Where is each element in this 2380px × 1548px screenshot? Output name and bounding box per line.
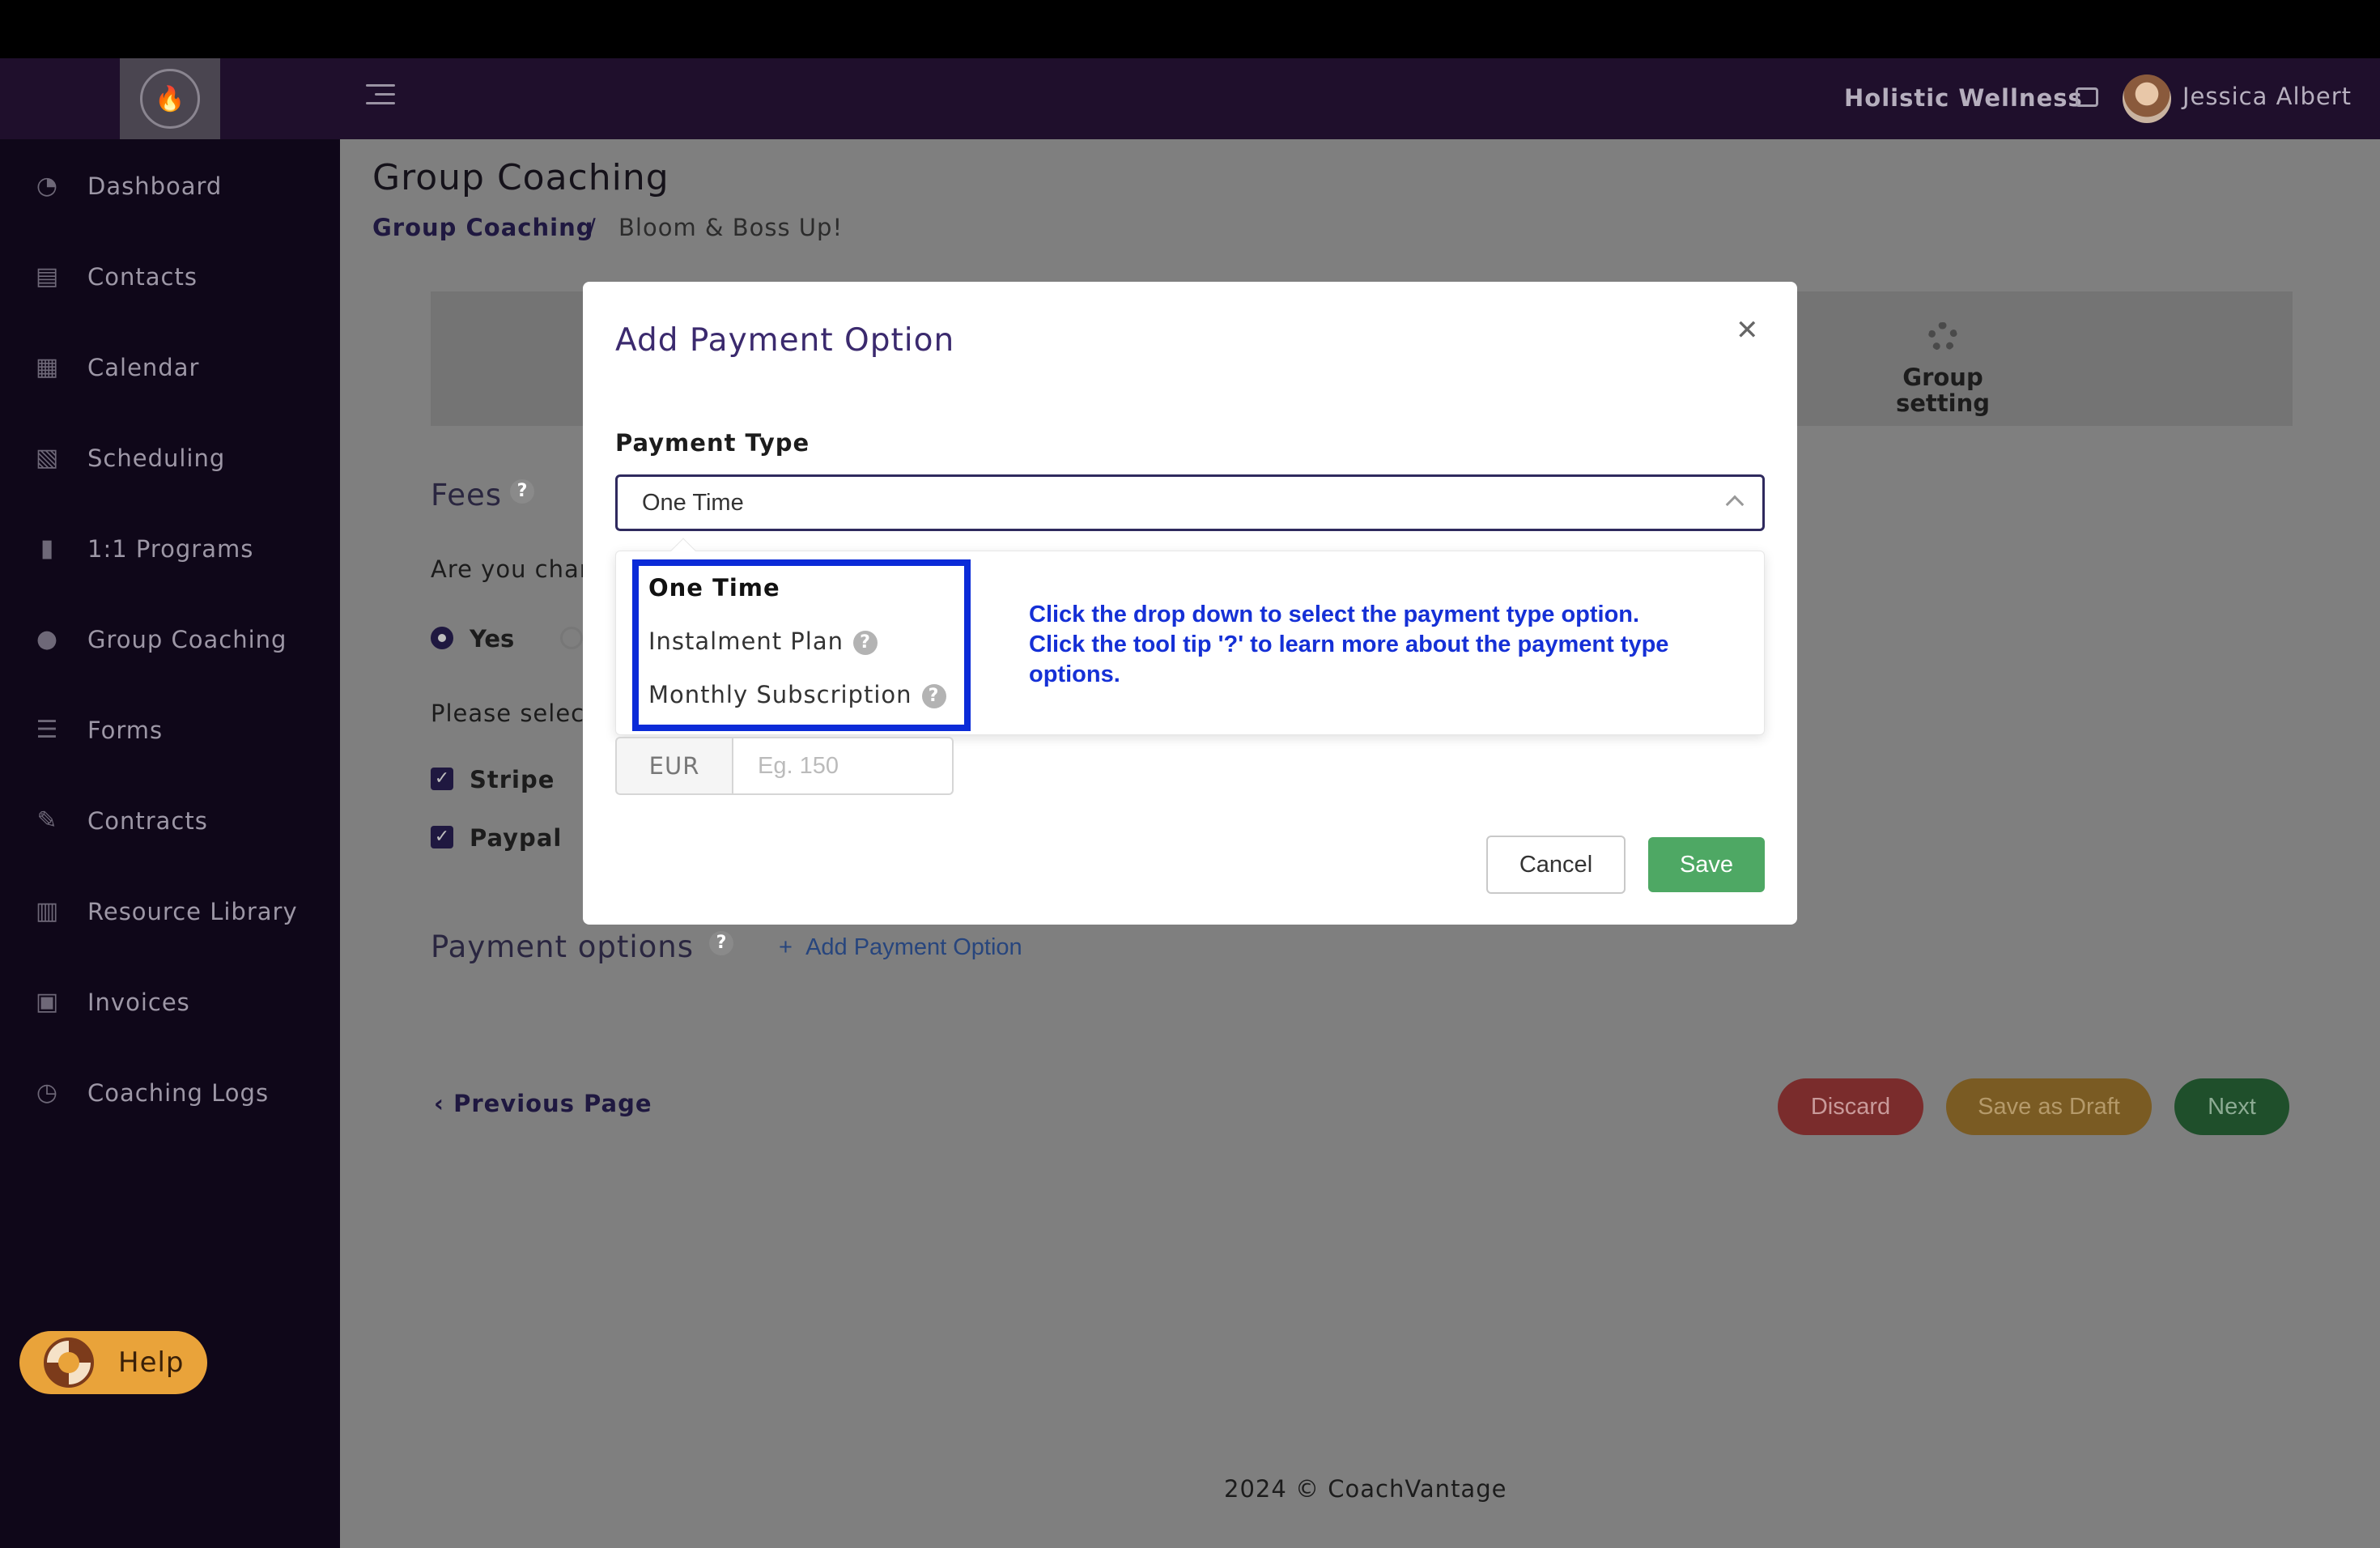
chevron-left-icon: ‹ — [434, 1090, 444, 1117]
tip-line-1: Click the drop down to select the paymen… — [1029, 602, 1640, 627]
payment-type-label: Payment Type — [615, 429, 810, 457]
breadcrumb-current: Bloom & Boss Up! — [618, 214, 844, 241]
fees-title: Fees — [431, 478, 503, 512]
scheduling-icon: ▧ — [35, 444, 59, 472]
radio-no[interactable] — [560, 627, 583, 649]
business-name[interactable]: Holistic Wellness — [1844, 84, 2083, 112]
help-tooltip-icon[interactable]: ? — [510, 479, 534, 504]
plus-icon: + — [779, 934, 793, 960]
group-icon: ● — [36, 625, 58, 653]
option-label: Monthly Subscription — [648, 681, 912, 708]
previous-page-link[interactable]: ‹ Previous Page — [434, 1090, 652, 1117]
payment-options-title: Payment options — [431, 929, 695, 964]
avatar[interactable] — [2123, 74, 2171, 123]
option-monthly-subscription[interactable]: Monthly Subscription? — [648, 681, 946, 708]
help-label: Help — [118, 1346, 185, 1379]
sidebar-item-calendar[interactable]: ▦ Calendar — [0, 335, 340, 400]
sidebar-item-label: Resource Library — [87, 898, 298, 925]
option-label: Instalment Plan — [648, 627, 844, 655]
save-button[interactable]: Save — [1648, 837, 1765, 892]
sidebar-item-scheduling[interactable]: ▧ Scheduling — [0, 426, 340, 491]
option-instalment-plan[interactable]: Instalment Plan? — [648, 627, 878, 655]
help-tooltip-icon[interactable]: ? — [709, 931, 733, 955]
gateway-prompt: Please select — [431, 700, 595, 727]
sidebar-item-forms[interactable]: ☰ Forms — [0, 698, 340, 763]
user-name[interactable]: Jessica Albert — [2182, 83, 2352, 110]
contacts-icon: ▤ — [35, 262, 59, 291]
sidebar-item-label: Calendar — [87, 354, 200, 381]
previous-page-label: Previous Page — [453, 1090, 652, 1117]
sidebar-item-label: Scheduling — [87, 444, 226, 472]
top-header: 🔥 Holistic Wellness Jessica Albert — [0, 58, 2380, 139]
calendar-icon: ▦ — [35, 353, 59, 381]
add-payment-option-modal: Add Payment Option ✕ Payment Type One Ti… — [583, 282, 1797, 925]
tab-group-setting[interactable]: Group setting — [1880, 364, 2006, 416]
option-one-time[interactable]: One Time — [648, 574, 780, 602]
sidebar-item-dashboard[interactable]: ◔ Dashboard — [0, 154, 340, 219]
next-button[interactable]: Next — [2174, 1078, 2289, 1135]
stripe-checkbox[interactable]: ✓ — [431, 768, 453, 790]
sidebar-item-label: Group Coaching — [87, 626, 287, 653]
sidebar-item-group-coaching[interactable]: ● Group Coaching — [0, 607, 340, 672]
sidebar-item-label: Forms — [87, 717, 164, 744]
discard-button[interactable]: Discard — [1778, 1078, 1923, 1135]
sidebar-item-label: 1:1 Programs — [87, 535, 254, 563]
tip-line-2: Click the tool tip '?' to learn more abo… — [1029, 632, 1669, 687]
sidebar-item-label: Contracts — [87, 807, 208, 835]
close-icon[interactable]: ✕ — [1736, 314, 1759, 347]
help-button[interactable]: Help — [19, 1331, 207, 1394]
sidebar-item-contacts[interactable]: ▤ Contacts — [0, 245, 340, 309]
sidebar: ◔ Dashboard ▤ Contacts ▦ Calendar ▧ Sche… — [0, 139, 340, 1548]
lifebuoy-icon — [44, 1337, 94, 1388]
breadcrumb-separator: / — [588, 214, 596, 241]
dashboard-icon: ◔ — [36, 172, 58, 200]
modal-title: Add Payment Option — [615, 322, 955, 359]
help-tooltip-icon[interactable]: ? — [921, 684, 946, 708]
sidebar-item-label: Invoices — [87, 989, 190, 1016]
sidebar-item-contracts[interactable]: ✎ Contracts — [0, 789, 340, 853]
top-black-bar — [0, 0, 2380, 58]
charge-question: Are you char — [431, 555, 590, 583]
clock-icon: ◷ — [36, 1078, 58, 1107]
annotation-tip: Click the drop down to select the paymen… — [1029, 600, 1725, 690]
save-as-draft-button[interactable]: Save as Draft — [1946, 1078, 2152, 1135]
help-tooltip-icon[interactable]: ? — [853, 631, 878, 655]
menu-toggle-icon[interactable] — [366, 84, 395, 113]
book-icon: ▮ — [40, 534, 54, 563]
chevron-up-icon — [1725, 495, 1745, 514]
forms-icon: ☰ — [36, 716, 58, 744]
currency-label: EUR — [615, 737, 733, 795]
payment-type-select[interactable]: One Time — [615, 474, 1765, 531]
add-payment-option-label: Add Payment Option — [805, 934, 1022, 960]
page-title: Group Coaching — [372, 157, 669, 198]
app-logo[interactable]: 🔥 — [120, 58, 220, 139]
sidebar-item-resource-library[interactable]: ▥ Resource Library — [0, 879, 340, 944]
stripe-label: Stripe — [470, 766, 555, 793]
briefcase-icon[interactable] — [2076, 87, 2098, 107]
sidebar-item-label: Coaching Logs — [87, 1079, 270, 1107]
sidebar-item-programs[interactable]: ▮ 1:1 Programs — [0, 517, 340, 581]
breadcrumb-group-coaching[interactable]: Group Coaching — [372, 214, 594, 241]
cancel-button[interactable]: Cancel — [1486, 836, 1626, 894]
radio-yes-label: Yes — [470, 625, 515, 653]
paypal-label: Paypal — [470, 824, 563, 852]
radio-yes[interactable] — [431, 627, 453, 649]
library-icon: ▥ — [35, 897, 59, 925]
gear-icon — [1928, 322, 1957, 351]
sidebar-item-coaching-logs[interactable]: ◷ Coaching Logs — [0, 1061, 340, 1125]
sidebar-item-invoices[interactable]: ▣ Invoices — [0, 970, 340, 1035]
footer-copyright: 2024 © CoachVantage — [1224, 1475, 1507, 1503]
logo-flame-icon: 🔥 — [140, 69, 200, 129]
payment-type-value: One Time — [642, 490, 744, 516]
invoice-icon: ▣ — [35, 988, 59, 1016]
payment-type-dropdown: One Time Instalment Plan? Monthly Subscr… — [615, 538, 1765, 735]
amount-input[interactable] — [733, 737, 954, 795]
contract-icon: ✎ — [36, 806, 57, 835]
sidebar-item-label: Dashboard — [87, 172, 223, 200]
paypal-checkbox[interactable]: ✓ — [431, 826, 453, 848]
add-payment-option-link[interactable]: + Add Payment Option — [779, 934, 1022, 961]
sidebar-item-label: Contacts — [87, 263, 198, 291]
